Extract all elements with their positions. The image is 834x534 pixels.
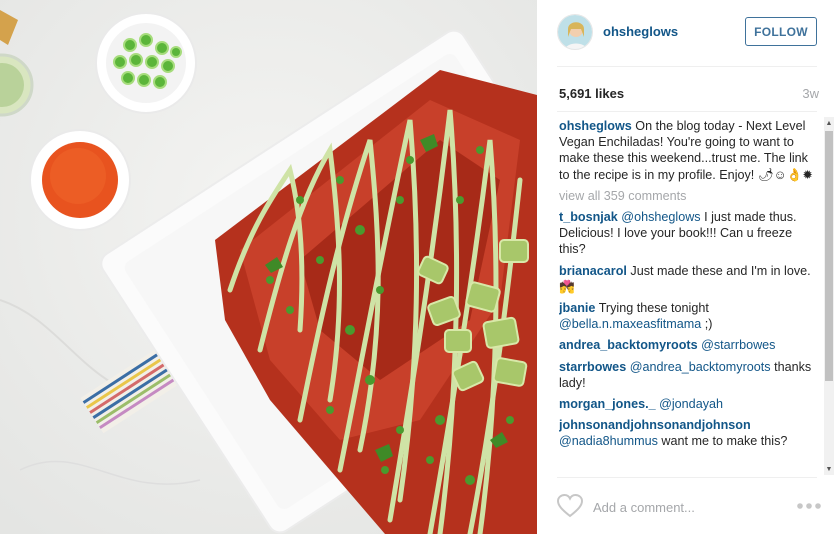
comment-item: johnsonandjohnsonandjohnson @nadia8hummu… — [559, 417, 821, 449]
profile-photo — [558, 15, 592, 49]
comment-username[interactable]: brianacarol — [559, 264, 627, 278]
comment-item: morgan_jones._ @jondayah — [559, 396, 821, 412]
post-details-panel: ohsheglows FOLLOW 5,691 likes 3w ohshegl… — [537, 0, 834, 534]
more-dots-icon[interactable] — [796, 498, 822, 514]
chevron-down-icon[interactable]: ▼ — [824, 463, 834, 475]
post-photo[interactable] — [0, 0, 537, 534]
divider — [557, 66, 817, 67]
post-header: ohsheglows FOLLOW — [537, 0, 834, 66]
likes-row: 5,691 likes 3w — [559, 86, 819, 102]
comment-username[interactable]: jbanie — [559, 301, 595, 315]
comment-mention[interactable]: @starrbowes — [701, 338, 775, 352]
chevron-up-icon[interactable]: ▲ — [824, 117, 834, 129]
comment-item: brianacarol Just made these and I'm in l… — [559, 263, 821, 295]
comment-username[interactable]: starrbowes — [559, 360, 626, 374]
comment-username[interactable]: t_bosnjak — [559, 210, 618, 224]
comment-username[interactable]: andrea_backtomyroots — [559, 338, 698, 352]
comment-username[interactable]: morgan_jones._ — [559, 397, 656, 411]
comments-scrollbar[interactable]: ▲ ▼ — [824, 117, 834, 475]
scrollbar-thumb[interactable] — [825, 131, 833, 381]
comment-text: Trying these tonight — [598, 301, 709, 316]
heart-outline-icon[interactable] — [556, 493, 584, 518]
like-count[interactable]: 5,691 likes — [559, 86, 624, 101]
enchiladas-photo — [0, 0, 537, 534]
comment-mention[interactable]: @andrea_backtomyroots — [630, 360, 771, 374]
instagram-post-modal: ohsheglows FOLLOW 5,691 likes 3w ohshegl… — [0, 0, 834, 534]
avatar[interactable] — [557, 14, 593, 50]
divider — [557, 111, 817, 112]
comment-item: t_bosnjak @ohsheglows I just made thus. … — [559, 209, 821, 258]
comment-item: jbanie Trying these tonight @bella.n.max… — [559, 300, 821, 332]
comment-item: andrea_backtomyroots @starrbowes — [559, 337, 821, 353]
comment-mention[interactable]: @ohsheglows — [621, 210, 700, 224]
comments-list: ohsheglows On the blog today - Next Leve… — [559, 118, 821, 478]
comment-mention[interactable]: @nadia8hummus — [559, 434, 658, 448]
username-link[interactable]: ohsheglows — [603, 24, 678, 39]
caption: ohsheglows On the blog today - Next Leve… — [559, 118, 821, 183]
comment-username[interactable]: johnsonandjohnsonandjohnson — [559, 418, 751, 432]
comment-composer — [556, 490, 822, 524]
divider — [557, 477, 817, 478]
comment-mention[interactable]: @jondayah — [659, 397, 723, 411]
add-comment-input[interactable] — [593, 500, 773, 515]
comment-text: ;) — [704, 317, 713, 332]
comment-text: want me to make this? — [661, 434, 788, 449]
caption-username[interactable]: ohsheglows — [559, 119, 632, 133]
view-all-comments-link[interactable]: view all 359 comments — [559, 188, 821, 204]
comment-mention[interactable]: @bella.n.maxeasfitmama — [559, 317, 701, 331]
comment-item: starrbowes @andrea_backtomyroots thanks … — [559, 359, 821, 391]
follow-button[interactable]: FOLLOW — [745, 17, 817, 46]
post-timestamp[interactable]: 3w — [802, 86, 819, 101]
